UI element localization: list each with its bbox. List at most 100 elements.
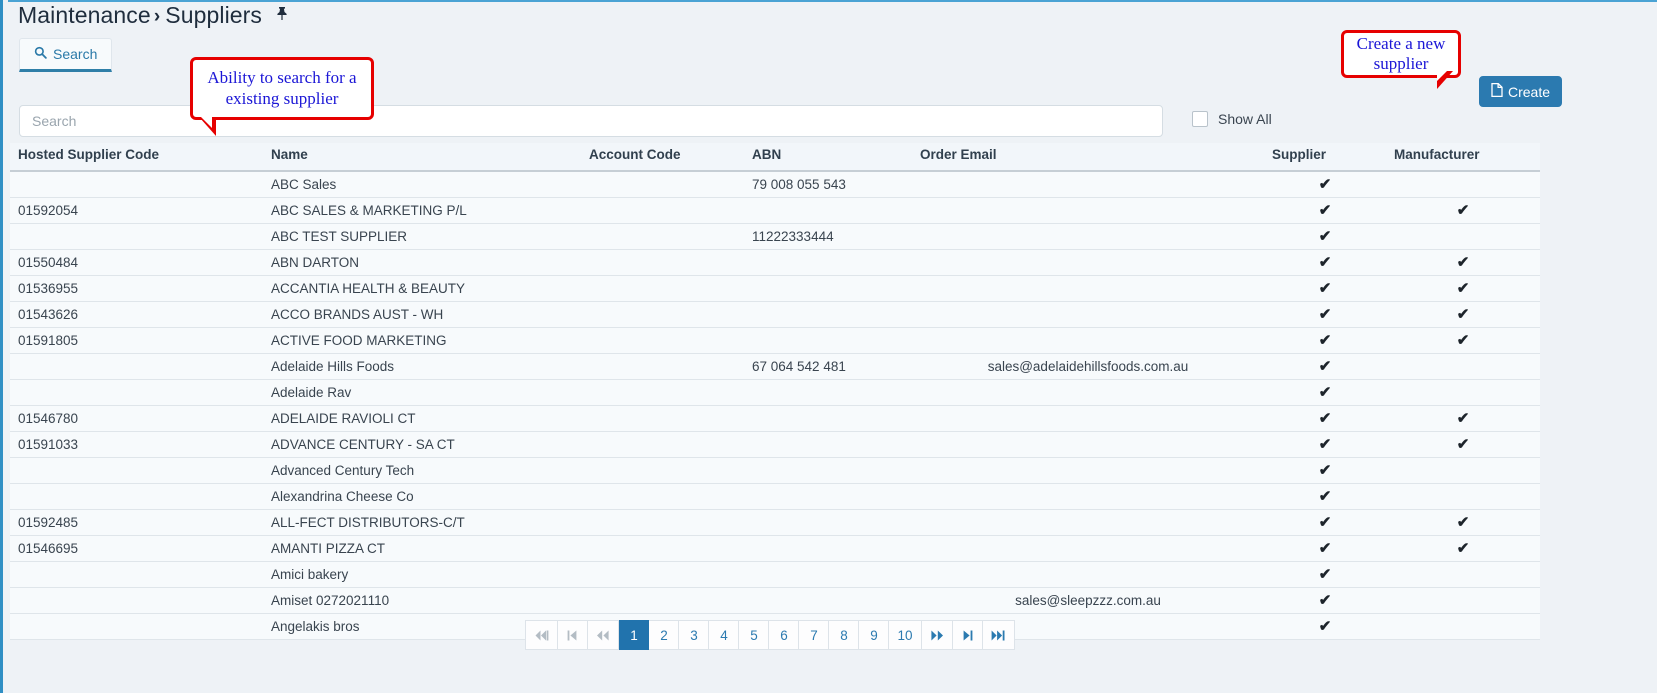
cell-name: ALL-FECT DISTRIBUTORS-C/T (263, 509, 581, 536)
pagination-page-4[interactable]: 4 (709, 620, 740, 650)
pagination-page-8[interactable]: 8 (829, 620, 860, 650)
create-button-label: Create (1508, 83, 1551, 100)
cell-manufacturer-flag: ✔ (1386, 509, 1540, 536)
cell-name: Advanced Century Tech (263, 457, 581, 484)
column-header-order-email[interactable]: Order Email (912, 143, 1264, 172)
cell-name: Amici bakery (263, 561, 581, 588)
cell-order-email (912, 249, 1264, 276)
show-all-checkbox[interactable]: Show All (1192, 111, 1272, 127)
cell-abn (744, 327, 912, 354)
cell-supplier-flag: ✔ (1264, 353, 1386, 380)
table-row[interactable]: Alexandrina Cheese Co ✔ (10, 483, 1540, 510)
pagination-page-2[interactable]: 2 (649, 620, 680, 650)
manufacturer-check-icon: ✔ (1456, 540, 1470, 557)
table-row[interactable]: 01543626 ACCO BRANDS AUST - WH ✔ ✔ (10, 301, 1540, 328)
pin-icon[interactable] (270, 6, 289, 25)
pagination-first-page[interactable] (525, 620, 559, 650)
pagination-page-5[interactable]: 5 (739, 620, 770, 650)
last-page-icon (991, 630, 1006, 641)
table-row[interactable]: ABC TEST SUPPLIER 11222333444 ✔ (10, 223, 1540, 250)
cell-manufacturer-flag: ✔ (1386, 431, 1540, 458)
pagination-next-page[interactable] (921, 620, 953, 650)
cell-name: AMANTI PIZZA CT (263, 535, 581, 562)
cell-order-email (912, 223, 1264, 250)
pagination-prev-block[interactable] (558, 620, 589, 650)
column-header-manufacturer[interactable]: Manufacturer (1386, 143, 1540, 172)
cell-hosted-supplier-code (10, 353, 263, 380)
column-header-abn[interactable]: ABN (744, 143, 912, 172)
cell-abn (744, 561, 912, 588)
column-header-supplier[interactable]: Supplier (1264, 143, 1386, 172)
pagination-page-1[interactable]: 1 (619, 620, 650, 650)
table-row[interactable]: 01592485 ALL-FECT DISTRIBUTORS-C/T ✔ ✔ (10, 509, 1540, 536)
breadcrumb-root[interactable]: Maintenance (18, 2, 151, 28)
table-row[interactable]: Amiset 0272021110 sales@sleepzzz.com.au ✔ (10, 587, 1540, 614)
manufacturer-check-icon: ✔ (1456, 410, 1470, 427)
cell-abn: 67 064 542 481 (744, 353, 912, 380)
create-button[interactable]: Create (1479, 76, 1563, 107)
cell-manufacturer-flag: ✔ (1386, 327, 1540, 354)
table-row[interactable]: 01592054 ABC SALES & MARKETING P/L ✔ ✔ (10, 197, 1540, 224)
cell-supplier-flag: ✔ (1264, 197, 1386, 224)
supplier-check-icon: ✔ (1318, 332, 1332, 349)
cell-abn (744, 197, 912, 224)
column-header-name[interactable]: Name (263, 143, 581, 172)
pagination-last-page[interactable] (982, 620, 1015, 650)
column-header-account-code[interactable]: Account Code (581, 143, 744, 172)
manufacturer-check-icon: ✔ (1456, 254, 1470, 271)
manufacturer-check-icon: ✔ (1456, 436, 1470, 453)
cell-supplier-flag: ✔ (1264, 223, 1386, 250)
next-block-icon (962, 630, 973, 641)
cell-order-email (912, 171, 1264, 198)
cell-manufacturer-flag: ✔ (1386, 249, 1540, 276)
table-row[interactable]: Adelaide Hills Foods 67 064 542 481 sales@… (10, 353, 1540, 380)
breadcrumb-separator-icon: › (153, 6, 161, 27)
cell-order-email (912, 405, 1264, 432)
cell-abn (744, 587, 912, 614)
table-row[interactable]: 01546695 AMANTI PIZZA CT ✔ ✔ (10, 535, 1540, 562)
cell-order-email: sales@sleepzzz.com.au (912, 587, 1264, 614)
suppliers-table: Hosted Supplier Code Name Account Code A… (10, 143, 1540, 640)
checkbox-box-icon[interactable] (1192, 111, 1208, 127)
callout-search-text: Ability to search for a existing supplie… (207, 68, 357, 108)
tab-search[interactable]: Search (19, 38, 113, 72)
cell-order-email (912, 197, 1264, 224)
table-header-row: Hosted Supplier Code Name Account Code A… (10, 143, 1540, 172)
breadcrumb-current: Suppliers (165, 2, 263, 28)
table-row[interactable]: 01591805 ACTIVE FOOD MARKETING ✔ ✔ (10, 327, 1540, 354)
table-row[interactable]: ABC Sales 79 008 055 543 ✔ (10, 171, 1540, 198)
table-row[interactable]: 01550484 ABN DARTON ✔ ✔ (10, 249, 1540, 276)
cell-abn (744, 379, 912, 406)
cell-order-email (912, 483, 1264, 510)
cell-account-code (581, 561, 744, 588)
cell-account-code (581, 197, 744, 224)
manufacturer-check-icon: ✔ (1456, 280, 1470, 297)
pagination-page-3[interactable]: 3 (679, 620, 710, 650)
cell-abn: 79 008 055 543 (744, 171, 912, 198)
cell-hosted-supplier-code: 01591033 (10, 431, 263, 458)
cell-supplier-flag: ✔ (1264, 301, 1386, 328)
table-row[interactable]: 01536955 ACCANTIA HEALTH & BEAUTY ✔ ✔ (10, 275, 1540, 302)
table-row[interactable]: 01546780 ADELAIDE RAVIOLI CT ✔ ✔ (10, 405, 1540, 432)
cell-hosted-supplier-code (10, 171, 263, 198)
pagination-page-10[interactable]: 10 (889, 620, 922, 650)
pagination-prev-page[interactable] (588, 620, 620, 650)
cell-name: ACCO BRANDS AUST - WH (263, 301, 581, 328)
pagination-page-9[interactable]: 9 (859, 620, 890, 650)
cell-account-code (581, 275, 744, 302)
cell-abn (744, 535, 912, 562)
pagination-next-block[interactable] (952, 620, 983, 650)
table-row[interactable]: Advanced Century Tech ✔ (10, 457, 1540, 484)
table-row[interactable]: 01591033 ADVANCE CENTURY - SA CT ✔ ✔ (10, 431, 1540, 458)
cell-abn (744, 509, 912, 536)
pagination-page-7[interactable]: 7 (799, 620, 830, 650)
table-row[interactable]: Amici bakery ✔ (10, 561, 1540, 588)
supplier-check-icon: ✔ (1318, 540, 1332, 557)
cell-hosted-supplier-code: 01592054 (10, 197, 263, 224)
pagination-page-6[interactable]: 6 (769, 620, 800, 650)
table-row[interactable]: Adelaide Rav ✔ (10, 379, 1540, 406)
manufacturer-check-icon: ✔ (1456, 202, 1470, 219)
column-header-hosted-supplier-code[interactable]: Hosted Supplier Code (10, 143, 263, 172)
cell-supplier-flag: ✔ (1264, 379, 1386, 406)
cell-abn: 11222333444 (744, 223, 912, 250)
